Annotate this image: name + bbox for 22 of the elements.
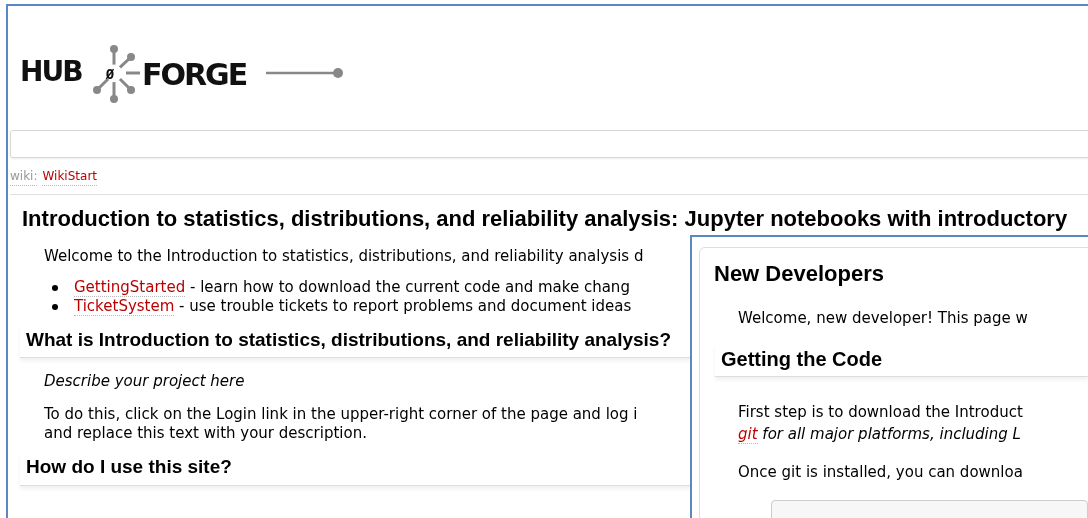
placeholder-text: Describe your project here: [44, 372, 245, 391]
page-title: Introduction to statistics, distributions, and reliability analysis: Jupyter notebooks with introductory: [22, 205, 1068, 233]
install-text: Once git is installed, you can downloa: [738, 461, 1024, 483]
bullet-icon: [52, 303, 58, 310]
section-title: New Developers: [714, 263, 885, 285]
bullet-icon: [52, 284, 58, 291]
wiki-link[interactable]: GettingStarted: [74, 277, 186, 297]
step-text: First step is to download the Introduct: [738, 401, 1023, 423]
section-heading: Getting the Code: [720, 346, 884, 372]
intro-text: Welcome to the Introduction to statistics, distributions, and reliability analysis d: [44, 246, 644, 267]
welcome-text: Welcome, new developer! This page w: [738, 308, 1029, 329]
breadcrumb-prefix: wiki:: [10, 167, 38, 186]
platforms-text: for all major platforms, including L: [761, 424, 1021, 443]
instruction-text: To do this, click on the Login link in the upper-right corner of the page and log i and replace this text with your description.: [44, 405, 638, 443]
link-description: - use trouble tickets to report problems and document ideas: [178, 296, 632, 315]
wikistart-link[interactable]: WikiStart: [42, 167, 98, 186]
wiki-link[interactable]: TicketSystem: [74, 296, 175, 316]
git-link[interactable]: git: [738, 424, 758, 444]
link-description: - learn how to download the current code and make chang: [189, 277, 630, 296]
section-heading: What is Introduction to statistics, distributions, and reliability analysis?: [25, 327, 672, 352]
logo[interactable]: HUB Ø FORGE: [18, 23, 348, 113]
section-heading: How do I use this site?: [25, 455, 232, 479]
